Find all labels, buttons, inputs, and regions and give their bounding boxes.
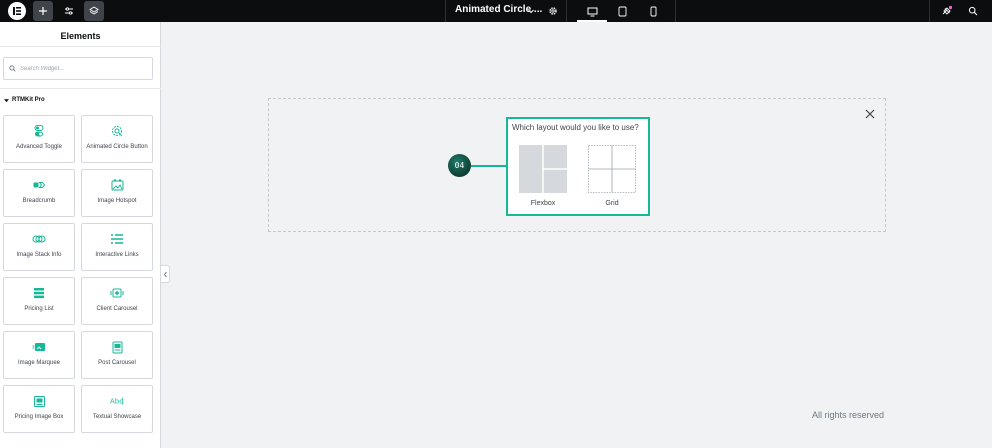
post-carousel-icon: [110, 340, 124, 354]
widget-label: Image Stack Info: [16, 252, 62, 258]
circle-button-icon: [110, 124, 124, 138]
widget-breadcrumb[interactable]: Breadcrumb: [3, 169, 75, 217]
widget-pricing-list[interactable]: Pricing List: [3, 277, 75, 325]
search-icon: [968, 6, 978, 16]
widget-label: Pricing List: [24, 306, 54, 312]
elementor-logo-icon[interactable]: [8, 2, 26, 20]
grid-option[interactable]: [588, 145, 636, 193]
desktop-icon: [587, 7, 597, 16]
divider: [566, 0, 567, 22]
svg-text:Abc: Abc: [110, 398, 123, 406]
close-button[interactable]: [864, 108, 876, 120]
widget-client-carousel[interactable]: Client Carousel: [81, 277, 153, 325]
add-icon: [39, 7, 47, 15]
widget-image-hotspot[interactable]: Image Hotspot: [81, 169, 153, 217]
widget-interactive-links[interactable]: Interactive Links: [81, 223, 153, 271]
tablet-view-button[interactable]: [607, 1, 637, 22]
widget-label: Post Carousel: [98, 360, 136, 366]
widget-label: Image Hotspot: [97, 198, 137, 204]
document-menu-button[interactable]: [521, 1, 541, 21]
search-widget-input[interactable]: [20, 65, 140, 72]
widget-label: Textual Showcase: [92, 414, 142, 420]
notifications-icon: [942, 5, 953, 15]
widget-label: Breadcrumb: [22, 198, 56, 204]
pricing-image-box-icon: [32, 394, 46, 408]
top-bar: Animated Circle ...: [0, 0, 992, 22]
divider: [929, 0, 930, 22]
textual-showcase-icon: Abc: [110, 394, 124, 408]
widget-label: Animated Circle Button: [86, 144, 148, 150]
footer-copyright: All rights reserved: [812, 410, 885, 420]
flexbox-option-label[interactable]: Flexbox: [519, 200, 567, 207]
widget-post-carousel[interactable]: Post Carousel: [81, 331, 153, 379]
category-label: RTMKit Pro: [12, 97, 45, 103]
widget-image-stack-info[interactable]: Image Stack Info: [3, 223, 75, 271]
widget-animated-circle-button[interactable]: Animated Circle Button: [81, 115, 153, 163]
layout-question: Which layout would you like to use?: [512, 123, 639, 132]
site-settings-button[interactable]: [59, 1, 79, 21]
add-element-button[interactable]: [33, 1, 53, 21]
divider: [0, 88, 161, 89]
chevron-down-icon: [528, 9, 534, 14]
notifications-button[interactable]: [937, 1, 957, 21]
interactive-links-icon: [110, 232, 124, 246]
image-stack-icon: [32, 232, 46, 246]
category-header[interactable]: RTMKit Pro: [4, 97, 45, 103]
pricing-list-icon: [32, 286, 46, 300]
gear-icon: [549, 7, 557, 15]
search-icon: [9, 65, 16, 72]
widget-grid: Advanced Toggle Animated Circle Button B…: [3, 115, 154, 433]
chevron-left-icon: [163, 271, 167, 277]
step-number-badge: 04: [448, 154, 471, 177]
widget-label: Image Marquee: [17, 360, 61, 366]
elements-panel: Elements RTMKit Pro Advanced Toggle Anim…: [0, 22, 161, 448]
mobile-view-button[interactable]: [638, 1, 668, 22]
widget-pricing-image-box[interactable]: Pricing Image Box: [3, 385, 75, 433]
image-hotspot-icon: [110, 178, 124, 192]
layers-icon: [89, 6, 99, 15]
breadcrumb-icon: [32, 178, 46, 192]
tablet-icon: [618, 6, 626, 17]
mobile-icon: [650, 6, 656, 17]
client-carousel-icon: [110, 286, 124, 300]
flexbox-option[interactable]: [519, 145, 567, 193]
grid-layout-icon: [588, 145, 636, 193]
desktop-view-button[interactable]: [577, 1, 607, 22]
widget-advanced-toggle[interactable]: Advanced Toggle: [3, 115, 75, 163]
widget-label: Client Carousel: [96, 306, 138, 312]
collapse-panel-button[interactable]: [161, 265, 170, 283]
widget-label: Interactive Links: [95, 252, 139, 258]
divider: [445, 0, 446, 22]
settings-sliders-icon: [65, 7, 73, 15]
widget-label: Advanced Toggle: [16, 144, 62, 150]
divider: [0, 46, 161, 47]
layout-chooser: Which layout would you like to use? Flex…: [506, 117, 650, 216]
divider: [675, 0, 676, 22]
flexbox-layout-icon: [519, 145, 567, 193]
toggle-icon: [32, 124, 46, 138]
page-settings-button[interactable]: [543, 1, 563, 21]
panel-title: Elements: [60, 31, 101, 41]
widget-textual-showcase[interactable]: Abc Textual Showcase: [81, 385, 153, 433]
finder-button[interactable]: [963, 1, 983, 21]
step-connector: [471, 165, 507, 167]
widget-image-marquee[interactable]: Image Marquee: [3, 331, 75, 379]
structure-button[interactable]: [84, 1, 104, 21]
search-widget-field[interactable]: [3, 57, 153, 80]
grid-option-label[interactable]: Grid: [588, 200, 636, 207]
image-marquee-icon: [32, 340, 46, 354]
caret-down-icon: [4, 98, 9, 102]
widget-label: Pricing Image Box: [14, 414, 64, 420]
step-number: 04: [454, 161, 465, 170]
close-icon: [865, 109, 875, 119]
